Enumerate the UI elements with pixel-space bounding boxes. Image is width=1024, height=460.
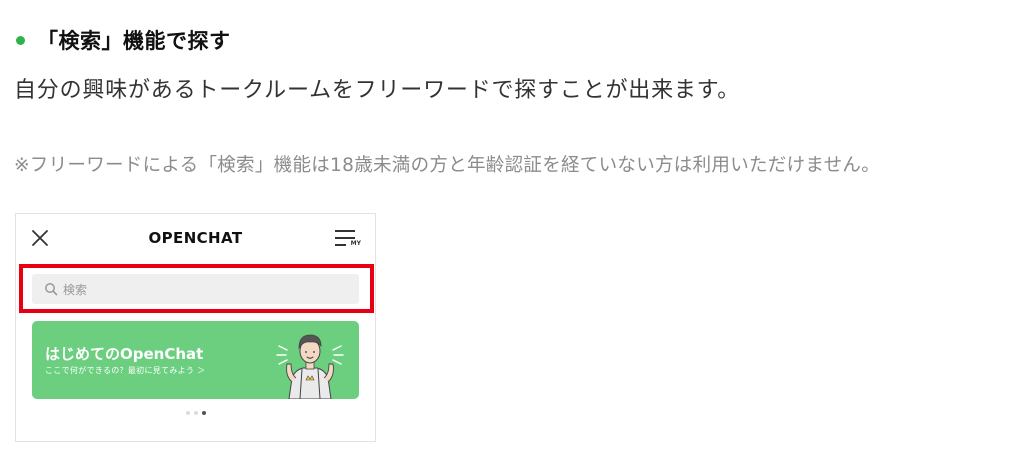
carousel-dot-active[interactable] [201,411,206,415]
carousel-dot[interactable] [185,411,190,415]
carousel-dot[interactable] [193,411,198,415]
section-heading-text: 「検索」機能で探す [37,29,231,53]
openchat-screenshot: OPENCHAT MY 検索 はじめてのOpenChat ここで何ができるの？最… [15,213,376,442]
section-description: 自分の興味があるトークルームをフリーワードで探すことが出来ます。 [14,78,741,103]
banner-subtitle: ここで何ができるの？最初に見てみよう ＞ [45,366,206,375]
banner-title: はじめてのOpenChat [45,345,204,363]
menu-icon[interactable]: MY [335,228,361,250]
bullet-dot [16,35,25,45]
onboarding-banner[interactable]: はじめてのOpenChat ここで何ができるの？最初に見てみよう ＞ [32,321,359,399]
app-title: OPENCHAT [148,229,243,247]
section-heading: 「検索」機能で探す [12,25,231,55]
section-note: ※フリーワードによる「検索」機能は18歳未満の方と年齢認証を経ていない方は利用い… [14,155,881,176]
carousel-indicator[interactable] [16,411,375,415]
search-highlight-frame [19,264,374,313]
app-header: OPENCHAT MY [16,214,375,264]
menu-my-label: MY [350,240,361,247]
person-illustration [276,334,344,399]
